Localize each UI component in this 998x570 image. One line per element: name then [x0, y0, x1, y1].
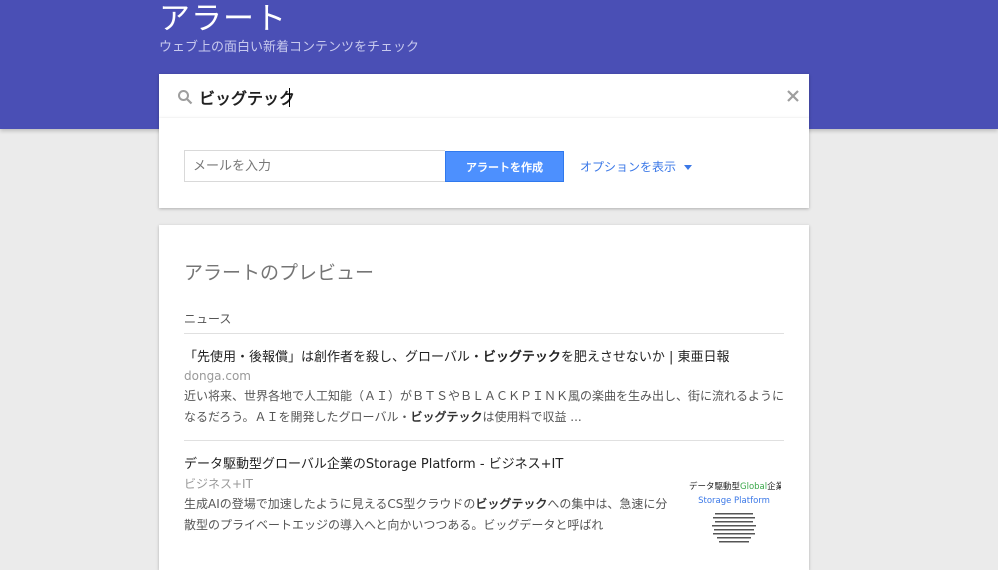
snippet-text: 生成AIの登場で加速したように見えるCS型クラウドの — [184, 497, 476, 511]
thumbnail-body-lines — [712, 513, 756, 543]
snippet-highlight: ビッグテック — [410, 410, 483, 424]
news-item-title[interactable]: データ駆動型グローバル企業のStorage Platform - ビジネス+IT — [184, 453, 563, 472]
thumbnail-text: Storage Platform — [698, 496, 770, 506]
snippet-highlight: ビッグテック — [475, 497, 548, 511]
thumbnail-text: 企業における — [767, 481, 781, 492]
create-alert-card: アラートを作成 オプションを表示 — [159, 118, 809, 208]
preview-title: アラートのプレビュー — [184, 262, 375, 284]
alert-preview-card: アラートのプレビュー ニュース 「先使用・後報償」は創作者を殺し、グローバル・ビ… — [159, 225, 809, 570]
close-icon[interactable] — [785, 88, 801, 104]
svg-text:データ駆動型Global企業における: データ駆動型Global企業における — [689, 481, 781, 492]
snippet-text: なるだろう。ＡＩを開発したグローバル・ — [184, 410, 411, 424]
divider — [184, 440, 784, 441]
page-subtitle: ウェブ上の面白い新着コンテンツをチェック — [159, 40, 420, 55]
snippet-text: は使用料で収益 ... — [482, 410, 582, 424]
snippet-line: 散型のプライベートエッジの導入へと向かいつつある。ビッグデータと呼ばれ — [184, 518, 604, 532]
title-text: 「先使用・後報償」は創作者を殺し、グローバル・ — [184, 350, 483, 365]
news-item-title[interactable]: 「先使用・後報償」は創作者を殺し、グローバル・ビッグテックを肥えさせないか | … — [184, 346, 730, 365]
email-field[interactable] — [184, 150, 445, 182]
news-item-snippet: 生成AIの登場で加速したように見えるCS型クラウドのビッグテックへの集中は、急速… — [184, 494, 674, 536]
news-item-source: ビジネス+IT — [184, 477, 253, 491]
news-item-source: donga.com — [184, 369, 251, 383]
show-options-label: オプションを表示 — [580, 160, 677, 174]
snippet-line: 近い将来、世界各地で人工知能（ＡＩ）がＢＴＳやＢＬＡＣＫＰＩＮＫ風の楽曲を生み出… — [184, 389, 785, 403]
snippet-line: なるだろう。ＡＩを開発したグローバル・ビッグテックは使用料で収益 ... — [184, 407, 794, 428]
title-text: を肥えさせないか | 東亜日報 — [560, 350, 730, 365]
thumbnail-text: データ駆動型 — [689, 481, 741, 492]
text-caret — [289, 88, 290, 107]
snippet-line: 生成AIの登場で加速したように見えるCS型クラウドのビッグテックへの集中は、急速… — [184, 494, 674, 515]
news-item-snippet: 近い将来、世界各地で人工知能（ＡＩ）がＢＴＳやＢＬＡＣＫＰＩＮＫ風の楽曲を生み出… — [184, 386, 794, 428]
page-title: アラート — [159, 1, 287, 37]
search-input[interactable] — [199, 86, 759, 108]
divider — [184, 333, 784, 334]
chevron-down-icon — [684, 165, 693, 170]
snippet-text: への集中は、急速に分 — [547, 497, 668, 511]
title-highlight: ビッグテック — [482, 350, 561, 365]
search-box[interactable] — [159, 74, 809, 118]
create-alert-button[interactable]: アラートを作成 — [445, 151, 564, 182]
section-label-news: ニュース — [184, 312, 232, 326]
news-thumbnail[interactable]: データ駆動型Global企業における Storage Platform — [687, 457, 781, 549]
show-options-link[interactable]: オプションを表示 — [580, 158, 693, 175]
search-icon — [178, 90, 193, 105]
thumbnail-text: Global — [740, 482, 767, 492]
